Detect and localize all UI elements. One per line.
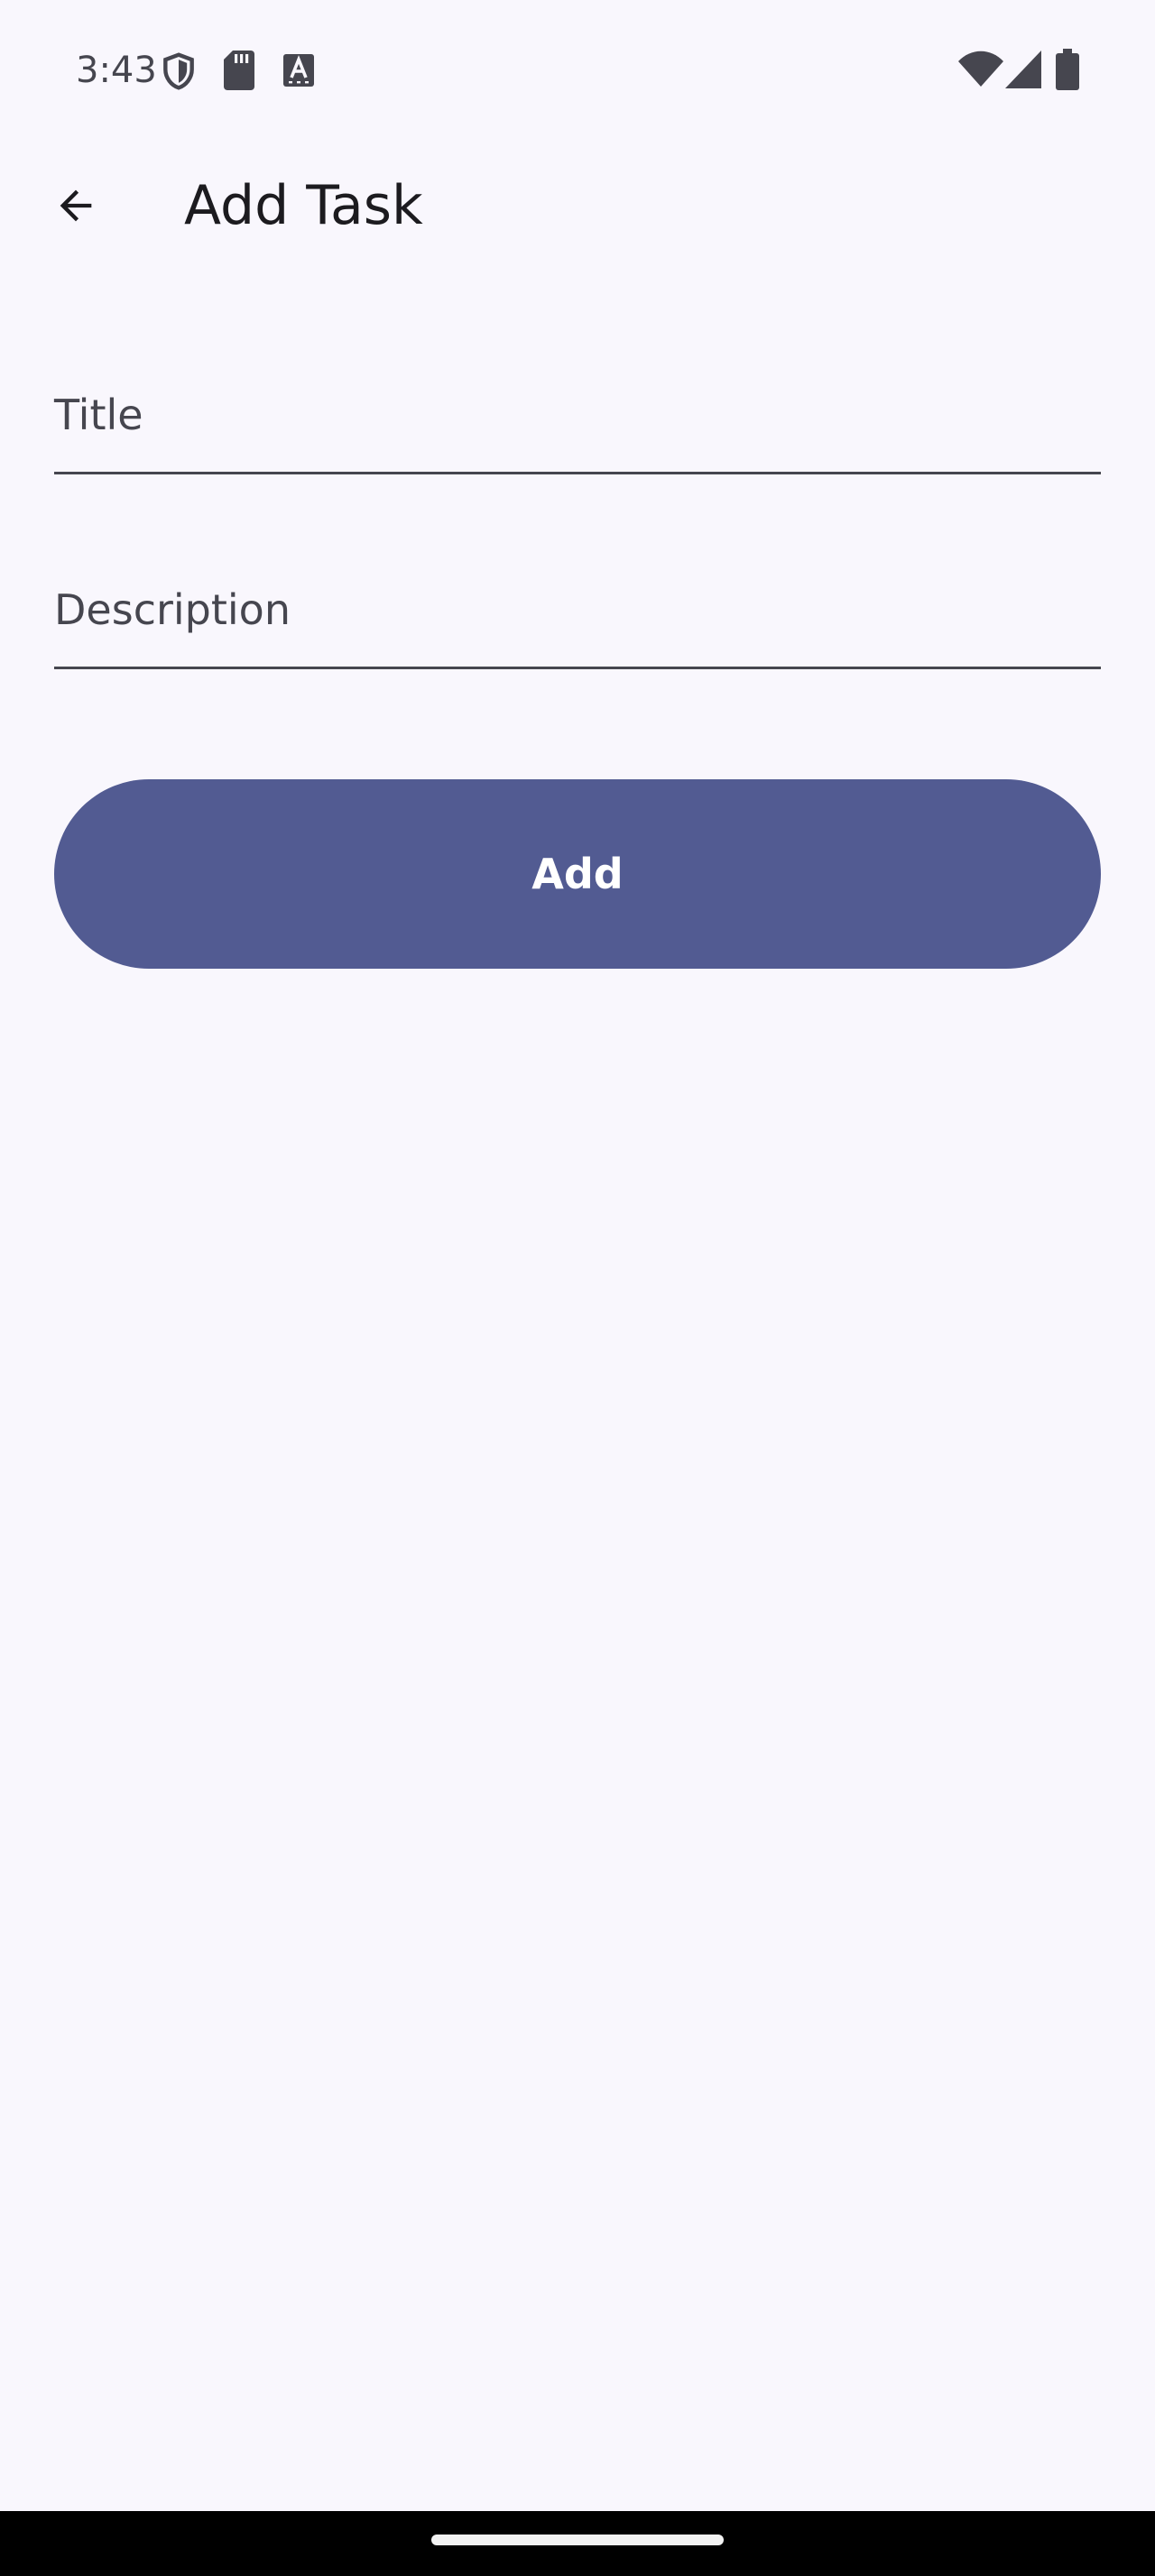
title-field-underline <box>54 472 1101 474</box>
back-button[interactable] <box>32 162 119 249</box>
home-indicator[interactable] <box>431 2535 724 2545</box>
cell-signal-icon <box>1005 51 1041 88</box>
page-title: Add Task <box>184 174 423 237</box>
wifi-icon <box>958 51 1003 87</box>
shield-icon <box>163 52 194 90</box>
battery-icon <box>1056 49 1079 90</box>
add-button-label: Add <box>531 850 624 898</box>
description-input[interactable] <box>54 534 1101 666</box>
sd-card-icon <box>224 51 254 90</box>
arrow-back-icon <box>60 189 92 222</box>
status-bar: 3:43 <box>0 0 1155 135</box>
title-field[interactable]: Title <box>54 339 1101 474</box>
title-input[interactable] <box>54 339 1101 471</box>
navigation-bar <box>0 2511 1155 2576</box>
description-field-underline <box>54 667 1101 669</box>
top-app-bar: Add Task <box>0 135 1155 298</box>
description-field[interactable]: Description <box>54 534 1101 669</box>
status-time: 3:43 <box>76 50 157 91</box>
add-button[interactable]: Add <box>54 779 1101 969</box>
keyboard-a-icon <box>283 54 314 87</box>
